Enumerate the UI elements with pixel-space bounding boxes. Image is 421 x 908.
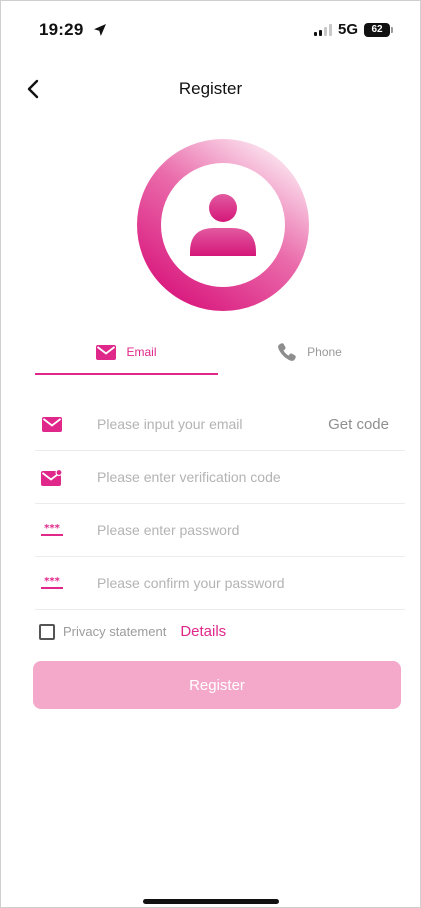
network-label: 5G <box>337 21 358 38</box>
privacy-details-link[interactable]: Details <box>180 623 226 640</box>
tab-phone-label: Phone <box>307 345 342 359</box>
tab-email[interactable]: Email <box>35 329 218 375</box>
verification-code-field[interactable] <box>97 469 405 485</box>
location-arrow-icon <box>94 24 106 36</box>
page-title: Register <box>178 79 243 98</box>
email-icon <box>41 413 63 435</box>
login-type-tabs: Email Phone <box>35 329 401 375</box>
privacy-label: Privacy statement <box>63 624 167 639</box>
password-field[interactable] <box>97 522 405 538</box>
privacy-row: Privacy statement Details <box>39 623 226 640</box>
get-code-button[interactable]: Get code <box>328 416 389 433</box>
verification-mail-icon <box>41 466 63 488</box>
status-bar: 19:29 5G 62 <box>1 1 420 61</box>
battery-icon: 62 <box>364 22 393 37</box>
phone-icon <box>278 343 296 361</box>
confirm-password-icon: *** <box>41 572 63 594</box>
password-icon: *** <box>41 519 63 541</box>
password-row: *** <box>35 504 405 557</box>
svg-text:***: *** <box>44 523 60 534</box>
home-indicator <box>143 899 279 904</box>
verification-code-row <box>35 451 405 504</box>
confirm-password-field[interactable] <box>97 575 405 591</box>
nav-bar: Register <box>1 67 420 111</box>
status-time: 19:29 <box>39 20 84 39</box>
status-indicators: 5G 62 <box>313 21 393 38</box>
privacy-checkbox[interactable] <box>39 623 55 640</box>
register-form: Get code *** <box>35 398 405 610</box>
envelope-icon <box>96 344 117 360</box>
email-row: Get code <box>35 398 405 451</box>
avatar <box>136 138 310 312</box>
confirm-password-row: *** <box>35 557 405 610</box>
register-button[interactable]: Register <box>33 661 401 709</box>
register-screen: 19:29 5G 62 Register Email Phone Please … <box>0 0 421 908</box>
email-field[interactable] <box>97 416 329 432</box>
signal-icon <box>313 23 332 36</box>
tab-phone[interactable]: Phone <box>218 329 401 375</box>
avatar-ring-icon <box>137 139 309 311</box>
svg-text:***: *** <box>44 576 60 587</box>
tab-email-label: Email <box>126 345 157 359</box>
